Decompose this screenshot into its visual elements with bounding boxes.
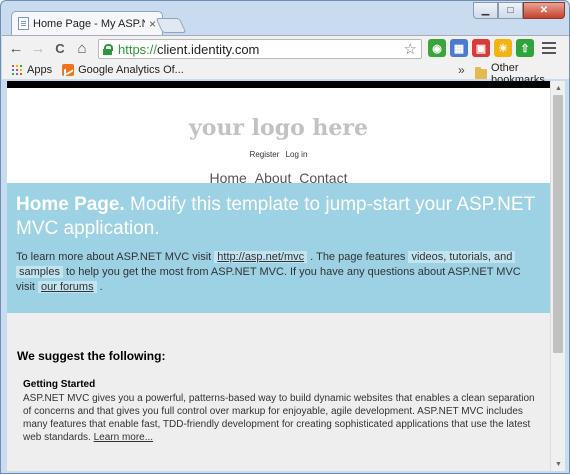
bookmark-apps-label: Apps — [27, 64, 53, 76]
lock-icon — [103, 43, 113, 55]
forums-link[interactable]: our forums — [38, 281, 97, 293]
scrollbar-thumb[interactable] — [553, 95, 563, 353]
url-scheme: https:// — [118, 41, 158, 57]
bookmark-analytics-label: Google Analytics Of... — [78, 64, 184, 76]
vertical-scrollbar[interactable]: ▲ ▼ — [550, 81, 565, 471]
top-black-bar — [7, 81, 550, 88]
bookmark-star-icon[interactable]: ☆ — [404, 40, 417, 58]
forward-button[interactable]: → — [27, 38, 49, 60]
scroll-down-arrow-icon[interactable]: ▼ — [551, 457, 566, 471]
login-link[interactable]: Log in — [286, 150, 308, 159]
highlight-videos: videos, tutorials, and — [408, 251, 516, 263]
apps-grid-icon — [12, 65, 22, 75]
extension-calendar-icon[interactable]: ▦ — [450, 39, 468, 57]
folder-icon — [475, 67, 488, 79]
featured-text: To learn more about ASP.NET MVC visit ht… — [16, 250, 541, 295]
close-window-button[interactable]: ✕ — [523, 2, 565, 19]
tab-strip: Home Page - My ASP.NET × ▁ □ ✕ — [1, 1, 570, 35]
featured-title-bold: Home Page. — [16, 194, 125, 215]
bookmarks-overflow-icon[interactable]: » — [458, 63, 465, 77]
site-logo[interactable]: your logo here — [7, 115, 550, 141]
address-bar[interactable]: https:// client.identity.com ☆ — [98, 39, 422, 59]
featured-section: Home Page. Modify this template to jump-… — [7, 183, 550, 313]
scroll-up-arrow-icon[interactable]: ▲ — [551, 81, 566, 95]
tab-title: Home Page - My ASP.NET — [33, 17, 145, 30]
content-area: We suggest the following: Getting Starte… — [7, 313, 550, 471]
page-icon — [18, 17, 29, 30]
back-button[interactable]: ← — [5, 38, 27, 60]
featured-title: Home Page. Modify this template to jump-… — [16, 193, 541, 241]
extension-icons: ◉ ▦ ▣ ☀ ⇧ — [428, 39, 556, 57]
window-controls: ▁ □ ✕ — [473, 2, 565, 19]
chrome-menu-icon[interactable] — [542, 42, 556, 54]
url-host: client.identity.com — [157, 41, 260, 57]
analytics-icon — [62, 64, 75, 76]
getting-started-text: ASP.NET MVC gives you a powerful, patter… — [23, 392, 540, 444]
close-tab-icon[interactable]: × — [149, 17, 156, 31]
minimize-button[interactable]: ▁ — [473, 2, 498, 19]
extension-red-icon[interactable]: ▣ — [472, 39, 490, 57]
browser-toolbar: ← → C ⌂ https:// client.identity.com ☆ ◉… — [2, 35, 569, 61]
learn-more-link[interactable]: Learn more... — [94, 432, 153, 443]
login-links: Register Log in — [7, 150, 550, 159]
extension-upload-icon[interactable]: ⇧ — [516, 39, 534, 57]
home-button[interactable]: ⌂ — [71, 38, 93, 60]
featured-text-part: . The page features — [307, 251, 409, 263]
page-viewport: your logo here Register Log in Home Abou… — [7, 81, 550, 471]
register-link[interactable]: Register — [250, 150, 280, 159]
site-header: your logo here Register Log in Home Abou… — [7, 88, 550, 186]
extension-weather-icon[interactable]: ☀ — [494, 39, 512, 57]
highlight-samples: samples — [16, 266, 63, 278]
asp-net-link[interactable]: http://asp.net/mvc — [214, 251, 308, 263]
bookmark-apps[interactable]: Apps — [12, 64, 52, 76]
getting-started-heading: Getting Started — [23, 379, 96, 390]
featured-text-part: To learn more about ASP.NET MVC visit — [16, 251, 215, 263]
suggest-heading: We suggest the following: — [17, 349, 166, 363]
reload-button[interactable]: C — [49, 38, 71, 60]
extension-green-icon[interactable]: ◉ — [428, 39, 446, 57]
bookmark-google-analytics[interactable]: Google Analytics Of... — [62, 64, 184, 76]
featured-text-part: . — [96, 281, 103, 293]
tab-home-page[interactable]: Home Page - My ASP.NET × — [11, 11, 163, 35]
maximize-button[interactable]: □ — [498, 2, 523, 19]
browser-window: Home Page - My ASP.NET × ▁ □ ✕ ← → C ⌂ h… — [0, 0, 570, 474]
bookmarks-bar: Apps Google Analytics Of... » Other book… — [2, 61, 569, 86]
